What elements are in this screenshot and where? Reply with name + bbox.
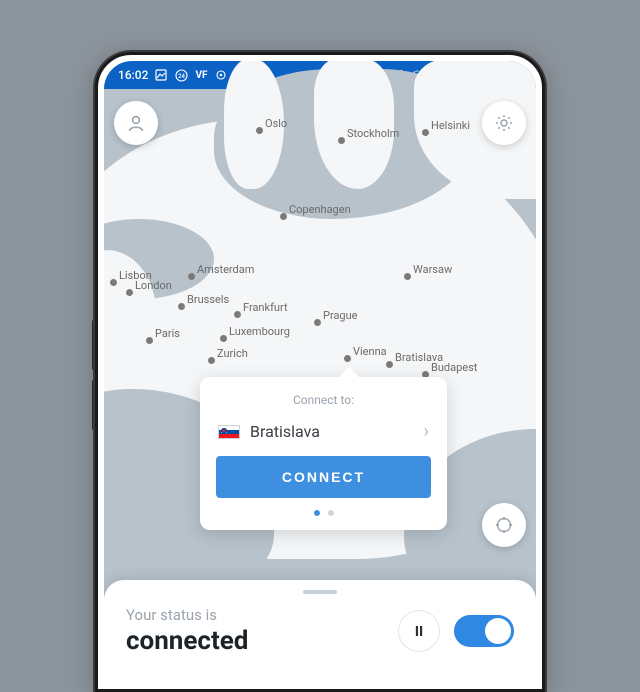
city-label-amsterdam: Amsterdam [197,263,254,276]
city-dot-brussels[interactable] [178,303,185,310]
gear-icon [494,113,514,133]
vpn-toggle[interactable] [454,615,514,647]
city-label-london: London [135,279,172,292]
city-label-brussels: Brussels [187,293,229,306]
location-name: Bratislava [250,422,414,441]
city-label-warsaw: Warsaw [413,263,452,276]
user-icon [126,113,146,133]
city-dot-copenhagen[interactable] [280,213,287,220]
profile-button[interactable] [114,101,158,145]
city-label-frankfurt: Frankfurt [243,301,288,314]
city-dot-frankfurt[interactable] [234,311,241,318]
settings-button[interactable] [482,101,526,145]
city-label-paris: Paris [155,327,180,340]
locate-button[interactable] [482,503,526,547]
city-dot-helsinki[interactable] [422,129,429,136]
city-dot-warsaw[interactable] [404,273,411,280]
screen: 16:02 24 VF 68% [104,61,536,689]
dot-1[interactable] [314,510,320,516]
city-dot-paris[interactable] [146,337,153,344]
crosshair-icon [494,515,514,535]
status-text: Your status is connected [126,606,248,656]
pause-icon: II [415,623,423,640]
city-label-vienna: Vienna [353,345,387,358]
city-label-helsinki: Helsinki [431,119,470,132]
city-dot-lisbon[interactable] [110,279,117,286]
vf-icon: VF [194,68,208,82]
city-dot-prague[interactable] [314,319,321,326]
svg-text:24: 24 [178,73,185,80]
city-label-copenhagen: Copenhagen [289,203,351,216]
city-label-budapest: Budapest [431,361,477,374]
pause-button[interactable]: II [398,610,440,652]
city-dot-oslo[interactable] [256,127,263,134]
picture-icon [154,68,168,82]
chevron-right-icon: › [424,421,429,442]
city-dot-luxembourg[interactable] [220,335,227,342]
location-row[interactable]: Bratislava › [216,417,431,456]
badge-24-icon: 24 [174,68,188,82]
clock: 16:02 [118,68,148,82]
city-dot-vienna[interactable] [344,355,351,362]
bottom-sheet[interactable]: Your status is connected II [104,580,536,689]
target-icon [214,68,228,82]
city-label-luxembourg: Luxembourg [229,325,290,338]
city-dot-zurich[interactable] [208,357,215,364]
connect-card: Connect to: Bratislava › CONNECT [200,377,447,530]
city-label-zurich: Zurich [217,347,248,360]
city-dot-amsterdam[interactable] [188,273,195,280]
phone-frame: 16:02 24 VF 68% [95,52,545,692]
city-dot-bratislava[interactable] [386,361,393,368]
map[interactable]: Oslo Stockholm Helsinki Copenhagen Amsterdam… [104,89,536,689]
city-label-stockholm: Stockholm [347,127,399,140]
city-dot-stockholm[interactable] [338,137,345,144]
flag-slovakia-icon [218,425,240,439]
connect-head: Connect to: [216,393,431,407]
connect-button[interactable]: CONNECT [216,456,431,498]
city-label-oslo: Oslo [265,117,287,130]
city-dot-london[interactable] [126,289,133,296]
status-value: connected [126,626,248,656]
page-dots [216,510,431,516]
sheet-handle[interactable] [303,590,337,594]
dot-2[interactable] [328,510,334,516]
status-label: Your status is [126,606,248,624]
city-label-prague: Prague [323,309,358,322]
